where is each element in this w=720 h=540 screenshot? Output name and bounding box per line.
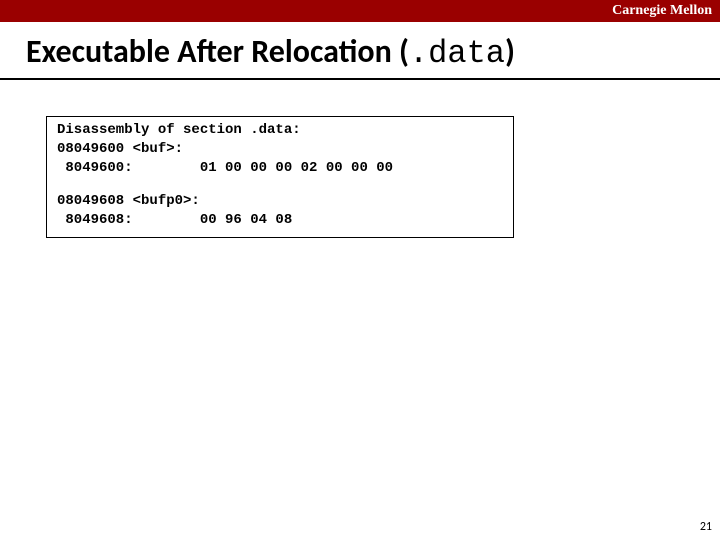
code-gap [57,178,503,192]
code-line: Disassembly of section .data: [57,121,503,140]
page-number: 21 [700,520,712,534]
code-line: 8049608: 00 96 04 08 [57,211,503,230]
title-suffix: ) [505,32,515,71]
header-bar: Carnegie Mellon [0,0,720,22]
code-line: 08049600 <buf>: [57,140,503,159]
title-container: Executable After Relocation (.data) [0,22,720,80]
brand-label: Carnegie Mellon [612,3,712,19]
slide-title: Executable After Relocation (.data) [26,32,694,72]
code-line: 08049608 <bufp0>: [57,192,503,211]
title-prefix: Executable After Relocation ( [26,32,409,71]
title-mono: .data [409,35,505,72]
disassembly-box: Disassembly of section .data: 08049600 <… [46,116,514,238]
code-line: 8049600: 01 00 00 00 02 00 00 00 [57,159,503,178]
